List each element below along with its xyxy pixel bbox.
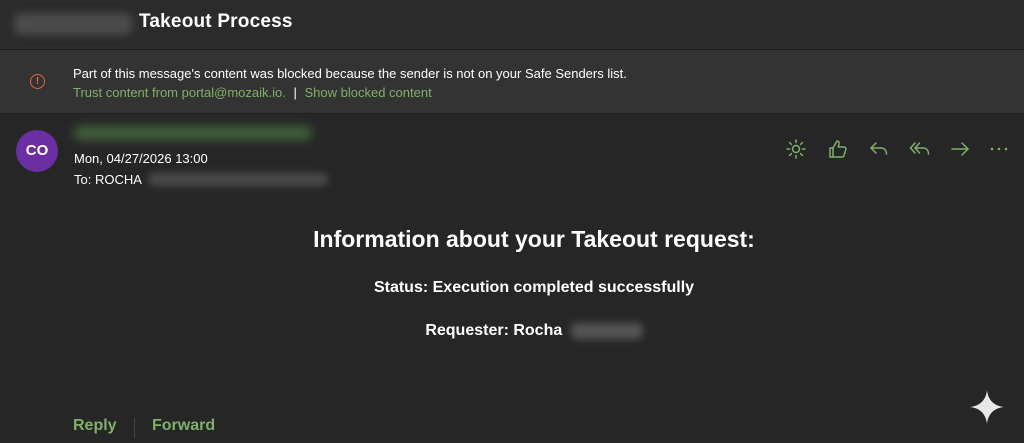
blocked-content-banner	[0, 50, 1024, 114]
more-icon[interactable]	[987, 137, 1011, 161]
footer-divider	[134, 418, 135, 438]
reply-all-icon[interactable]	[908, 137, 932, 161]
forward-icon[interactable]	[948, 137, 972, 161]
redacted-sender-name	[14, 13, 132, 35]
trust-content-link[interactable]: Trust content from portal@mozaik.io.	[73, 85, 286, 100]
body-requester: Requester: Rocha	[0, 322, 1024, 340]
body-status: Status: Execution completed successfully	[373, 279, 695, 296]
recipient-line: To: ROCHA	[74, 172, 142, 187]
requester-label: Requester: Rocha	[425, 322, 563, 339]
banner-actions: Trust content from portal@mozaik.io. | S…	[73, 85, 432, 100]
sender-avatar[interactable]: CO	[16, 130, 58, 172]
sun-icon[interactable]	[784, 137, 808, 161]
forward-button[interactable]: Forward	[152, 417, 215, 435]
show-blocked-content-link[interactable]: Show blocked content	[304, 85, 431, 100]
message-toolbar	[784, 137, 1014, 161]
warning-icon: !	[30, 74, 45, 89]
redacted-requester-name	[570, 323, 643, 339]
body-title: Information about your Takeout request:	[313, 226, 755, 252]
sparkle-icon[interactable]	[968, 388, 1006, 426]
message-date: Mon, 04/27/2026 13:00	[74, 151, 208, 166]
redacted-sender-address[interactable]	[74, 126, 312, 140]
banner-separator: |	[293, 85, 297, 100]
blocked-content-message: Part of this message's content was block…	[73, 66, 627, 81]
reply-icon[interactable]	[867, 137, 891, 161]
message-subject: Takeout Process	[139, 11, 293, 32]
message-header-bar: Takeout Process	[0, 0, 1024, 50]
email-reading-pane: Takeout Process ! Part of this message's…	[0, 0, 1024, 443]
reply-button[interactable]: Reply	[73, 417, 117, 435]
thumbs-up-icon[interactable]	[826, 137, 850, 161]
redacted-recipient-address	[148, 173, 328, 186]
